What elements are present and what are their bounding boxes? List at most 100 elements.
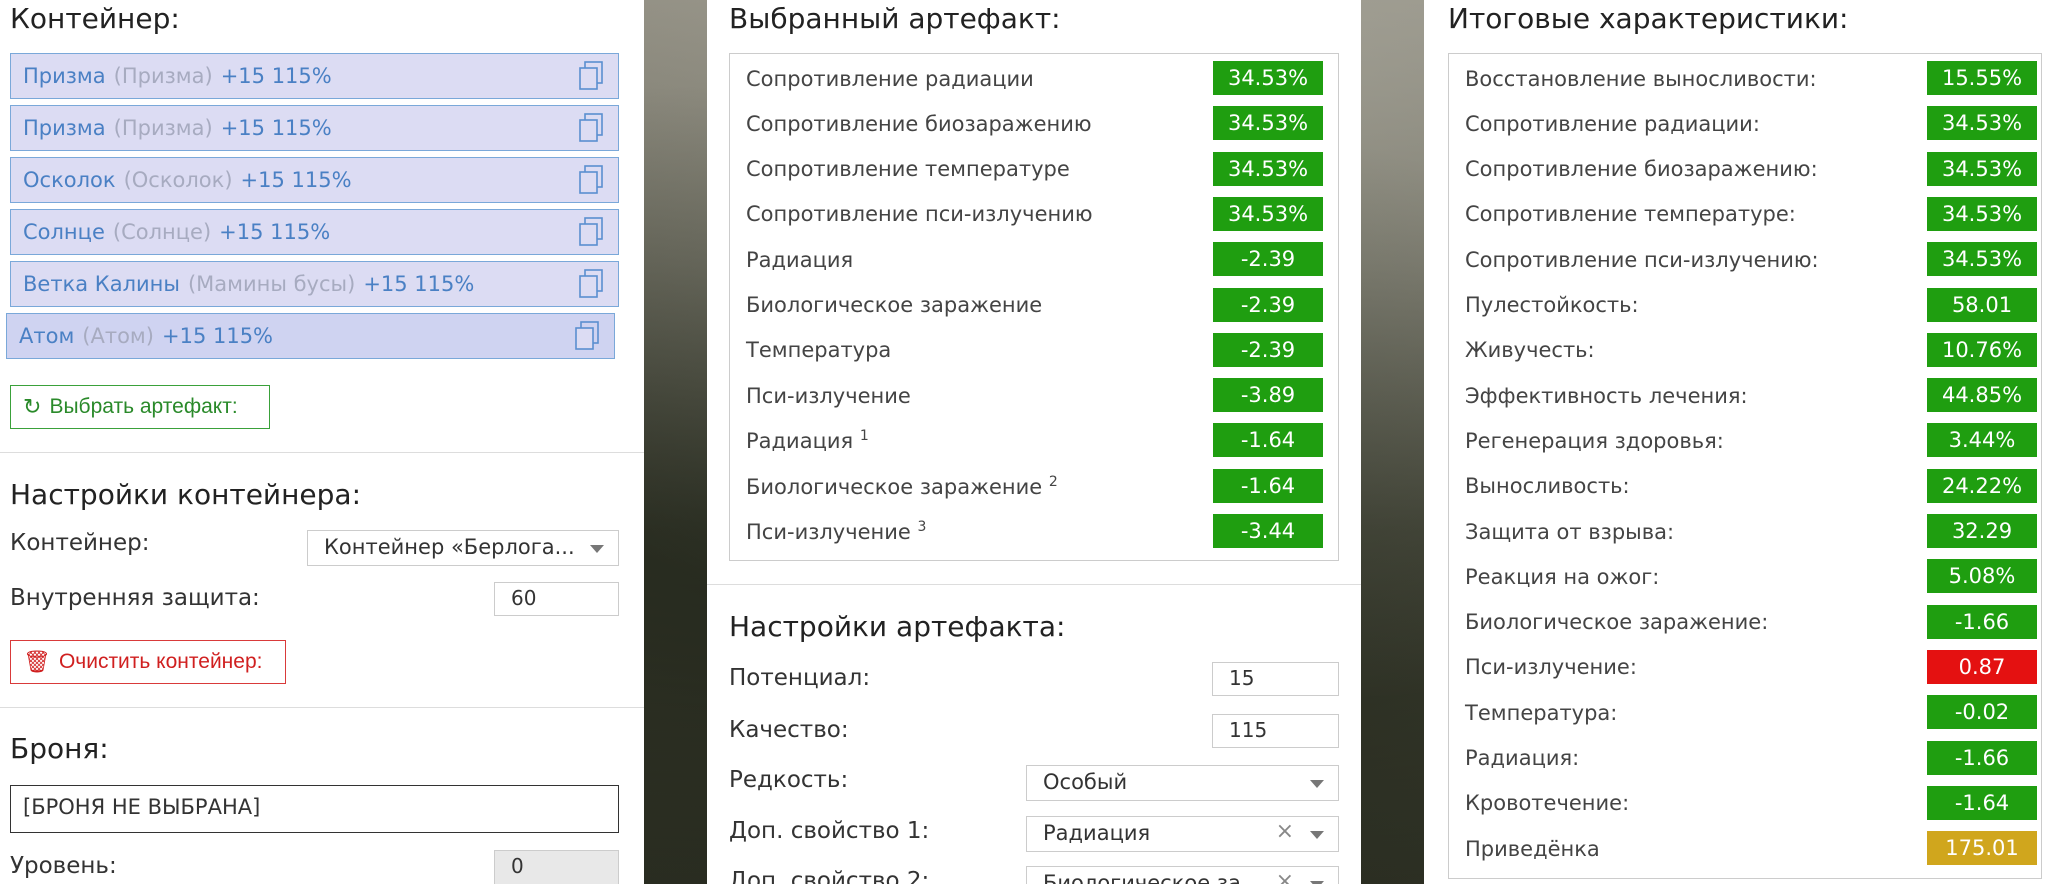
total-stats-table: Восстановление выносливости: 15.55% Сопрот… [1448,53,2042,879]
stat-label: Сопротивление биозаражению: [1465,157,1818,182]
container-title: Контейнер: [10,2,180,35]
container-slot[interactable]: Призма (Призма) +15 115% [10,53,619,99]
divider [0,452,644,453]
total-stat-row: Живучесть: 10.76% [1449,328,2041,373]
stat-label: Восстановление выносливости: [1465,66,1817,91]
inner-protection-input[interactable]: 60 [494,582,619,616]
selected-artifact-title: Выбранный артефакт: [729,2,1061,35]
clear-icon[interactable]: × [1276,869,1294,884]
total-stat-row: Эффективность лечения: 44.85% [1449,373,2041,418]
total-stat-row: Сопротивление температуре: 34.53% [1449,192,2041,237]
stat-value-badge: 34.53% [1927,242,2037,277]
stat-label: Радиация: [1465,746,1580,770]
slot-level: +15 115% [220,116,332,140]
stat-value-badge: 5.08% [1927,559,2037,594]
artifact-stat-row: Биологическое заражение 2 -1.64 [730,464,1338,509]
extra-property-1-value: Радиация [1043,821,1151,845]
total-stat-row: Регенерация здоровья: 3.44% [1449,418,2041,463]
artifact-stat-row: Пси-излучение -3.89 [730,373,1338,418]
potential-input[interactable]: 15 [1212,662,1339,696]
clear-icon[interactable]: × [1276,819,1294,844]
trash-icon: 🗑 [23,649,51,674]
slot-level: +15 115% [220,64,332,88]
stat-label: Выносливость: [1465,474,1630,499]
stat-label: Радиация 1 [746,428,869,454]
armor-title: Броня: [10,732,109,765]
stat-label: Кровотечение: [1465,791,1630,816]
total-stat-row: Пулестойкость: 58.01 [1449,283,2041,328]
stat-label: Сопротивление биозаражению [746,111,1092,136]
chevron-down-icon [590,545,604,553]
stat-label: Пси-излучение 3 [746,519,927,544]
divider [707,584,1361,585]
footnote-marker: 2 [1048,473,1058,490]
total-stat-row: Кровотечение: -1.64 [1449,781,2041,826]
slot-name: Призма [23,116,106,140]
copy-icon[interactable] [578,217,604,247]
copy-icon[interactable] [578,269,604,299]
stat-value-badge: 44.85% [1927,378,2037,413]
slot-level: +15 115% [219,220,331,244]
extra-property-2-select[interactable]: Биологическое за... × [1026,866,1339,884]
stat-label: Эффективность лечения: [1465,383,1748,408]
stat-value-badge: -3.44 [1213,514,1323,548]
quality-input[interactable]: 115 [1212,714,1339,748]
stat-value-badge: -1.64 [1927,785,2037,820]
stat-value-badge: 10.76% [1927,332,2037,367]
stat-value-badge: 58.01 [1927,287,2037,322]
stat-value-badge: 32.29 [1927,514,2037,548]
container-panel: Контейнер: Призма (Призма) +15 115% Призма… [0,0,644,884]
extra-property-2-value: Биологическое за... [1043,871,1261,884]
stat-value-badge: 34.53% [1927,196,2037,231]
container-select[interactable]: Контейнер «Берлога... [307,530,619,566]
rarity-label: Редкость: [729,767,849,793]
artifact-settings-title: Настройки артефакта: [729,610,1066,643]
container-slot[interactable]: Призма (Призма) +15 115% [10,105,619,151]
total-stat-row: Реакция на ожог: 5.08% [1449,554,2041,599]
artifact-stat-row: Сопротивление пси-излучению 34.53% [730,192,1338,237]
total-stat-row: Защита от взрыва: 32.29 [1449,509,2041,554]
copy-icon[interactable] [574,321,600,351]
container-slot[interactable]: Атом (Атом) +15 115% [6,313,615,359]
rarity-select[interactable]: Особый [1026,765,1339,801]
copy-icon[interactable] [578,113,604,143]
total-stats-title: Итоговые характеристики: [1448,2,1849,35]
slot-name: Осколок [23,168,116,192]
artifact-stat-row: Температура -2.39 [730,328,1338,373]
stat-value-badge: 0.87 [1927,649,2037,684]
stat-value-badge: 34.53% [1927,151,2037,186]
stat-label: Температура [746,338,892,363]
slot-level: +15 115% [240,168,352,192]
stat-label: Биологическое заражение [746,293,1043,317]
selected-artifact-panel: Выбранный артефакт: Сопротивление радиац… [707,0,1361,884]
stat-label: Сопротивление радиации: [1465,111,1760,136]
container-settings-title: Настройки контейнера: [10,478,362,511]
chevron-down-icon [1310,780,1324,788]
clear-container-button[interactable]: 🗑 Очистить контейнер: [10,640,286,684]
stat-label: Реакция на ожог: [1465,564,1660,589]
stat-label: Биологическое заражение: [1465,610,1769,635]
armor-select[interactable]: [БРОНЯ НЕ ВЫБРАНА] [10,785,619,833]
stat-value-badge: 15.55% [1927,61,2037,95]
total-stat-row: Пси-излучение: 0.87 [1449,645,2041,690]
select-artifact-label: Выбрать артефакт: [49,395,238,418]
refresh-icon: ↻ [23,394,42,419]
level-input[interactable]: 0 [494,850,619,884]
footnote-marker: 3 [917,519,927,535]
select-artifact-button[interactable]: ↻ Выбрать артефакт: [10,385,270,429]
container-slot[interactable]: Ветка Калины (Мамины бусы) +15 115% [10,261,619,307]
slot-original-name: (Мамины бусы) [187,272,356,296]
container-label: Контейнер: [10,530,150,556]
stat-value-badge: -1.66 [1927,604,2037,639]
container-slot[interactable]: Осколок (Осколок) +15 115% [10,157,619,203]
stat-value-badge: -1.66 [1927,740,2037,775]
stat-value-badge: -1.64 [1213,423,1323,458]
slot-level: +15 115% [161,324,274,348]
slot-name: Атом [19,324,75,348]
copy-icon[interactable] [578,165,604,195]
copy-icon[interactable] [578,61,604,91]
stat-label: Сопротивление радиации [746,66,1034,91]
extra-property-1-select[interactable]: Радиация × [1026,816,1339,852]
stat-label: Пси-излучение [746,383,911,408]
container-slot[interactable]: Солнце (Солнце) +15 115% [10,209,619,255]
